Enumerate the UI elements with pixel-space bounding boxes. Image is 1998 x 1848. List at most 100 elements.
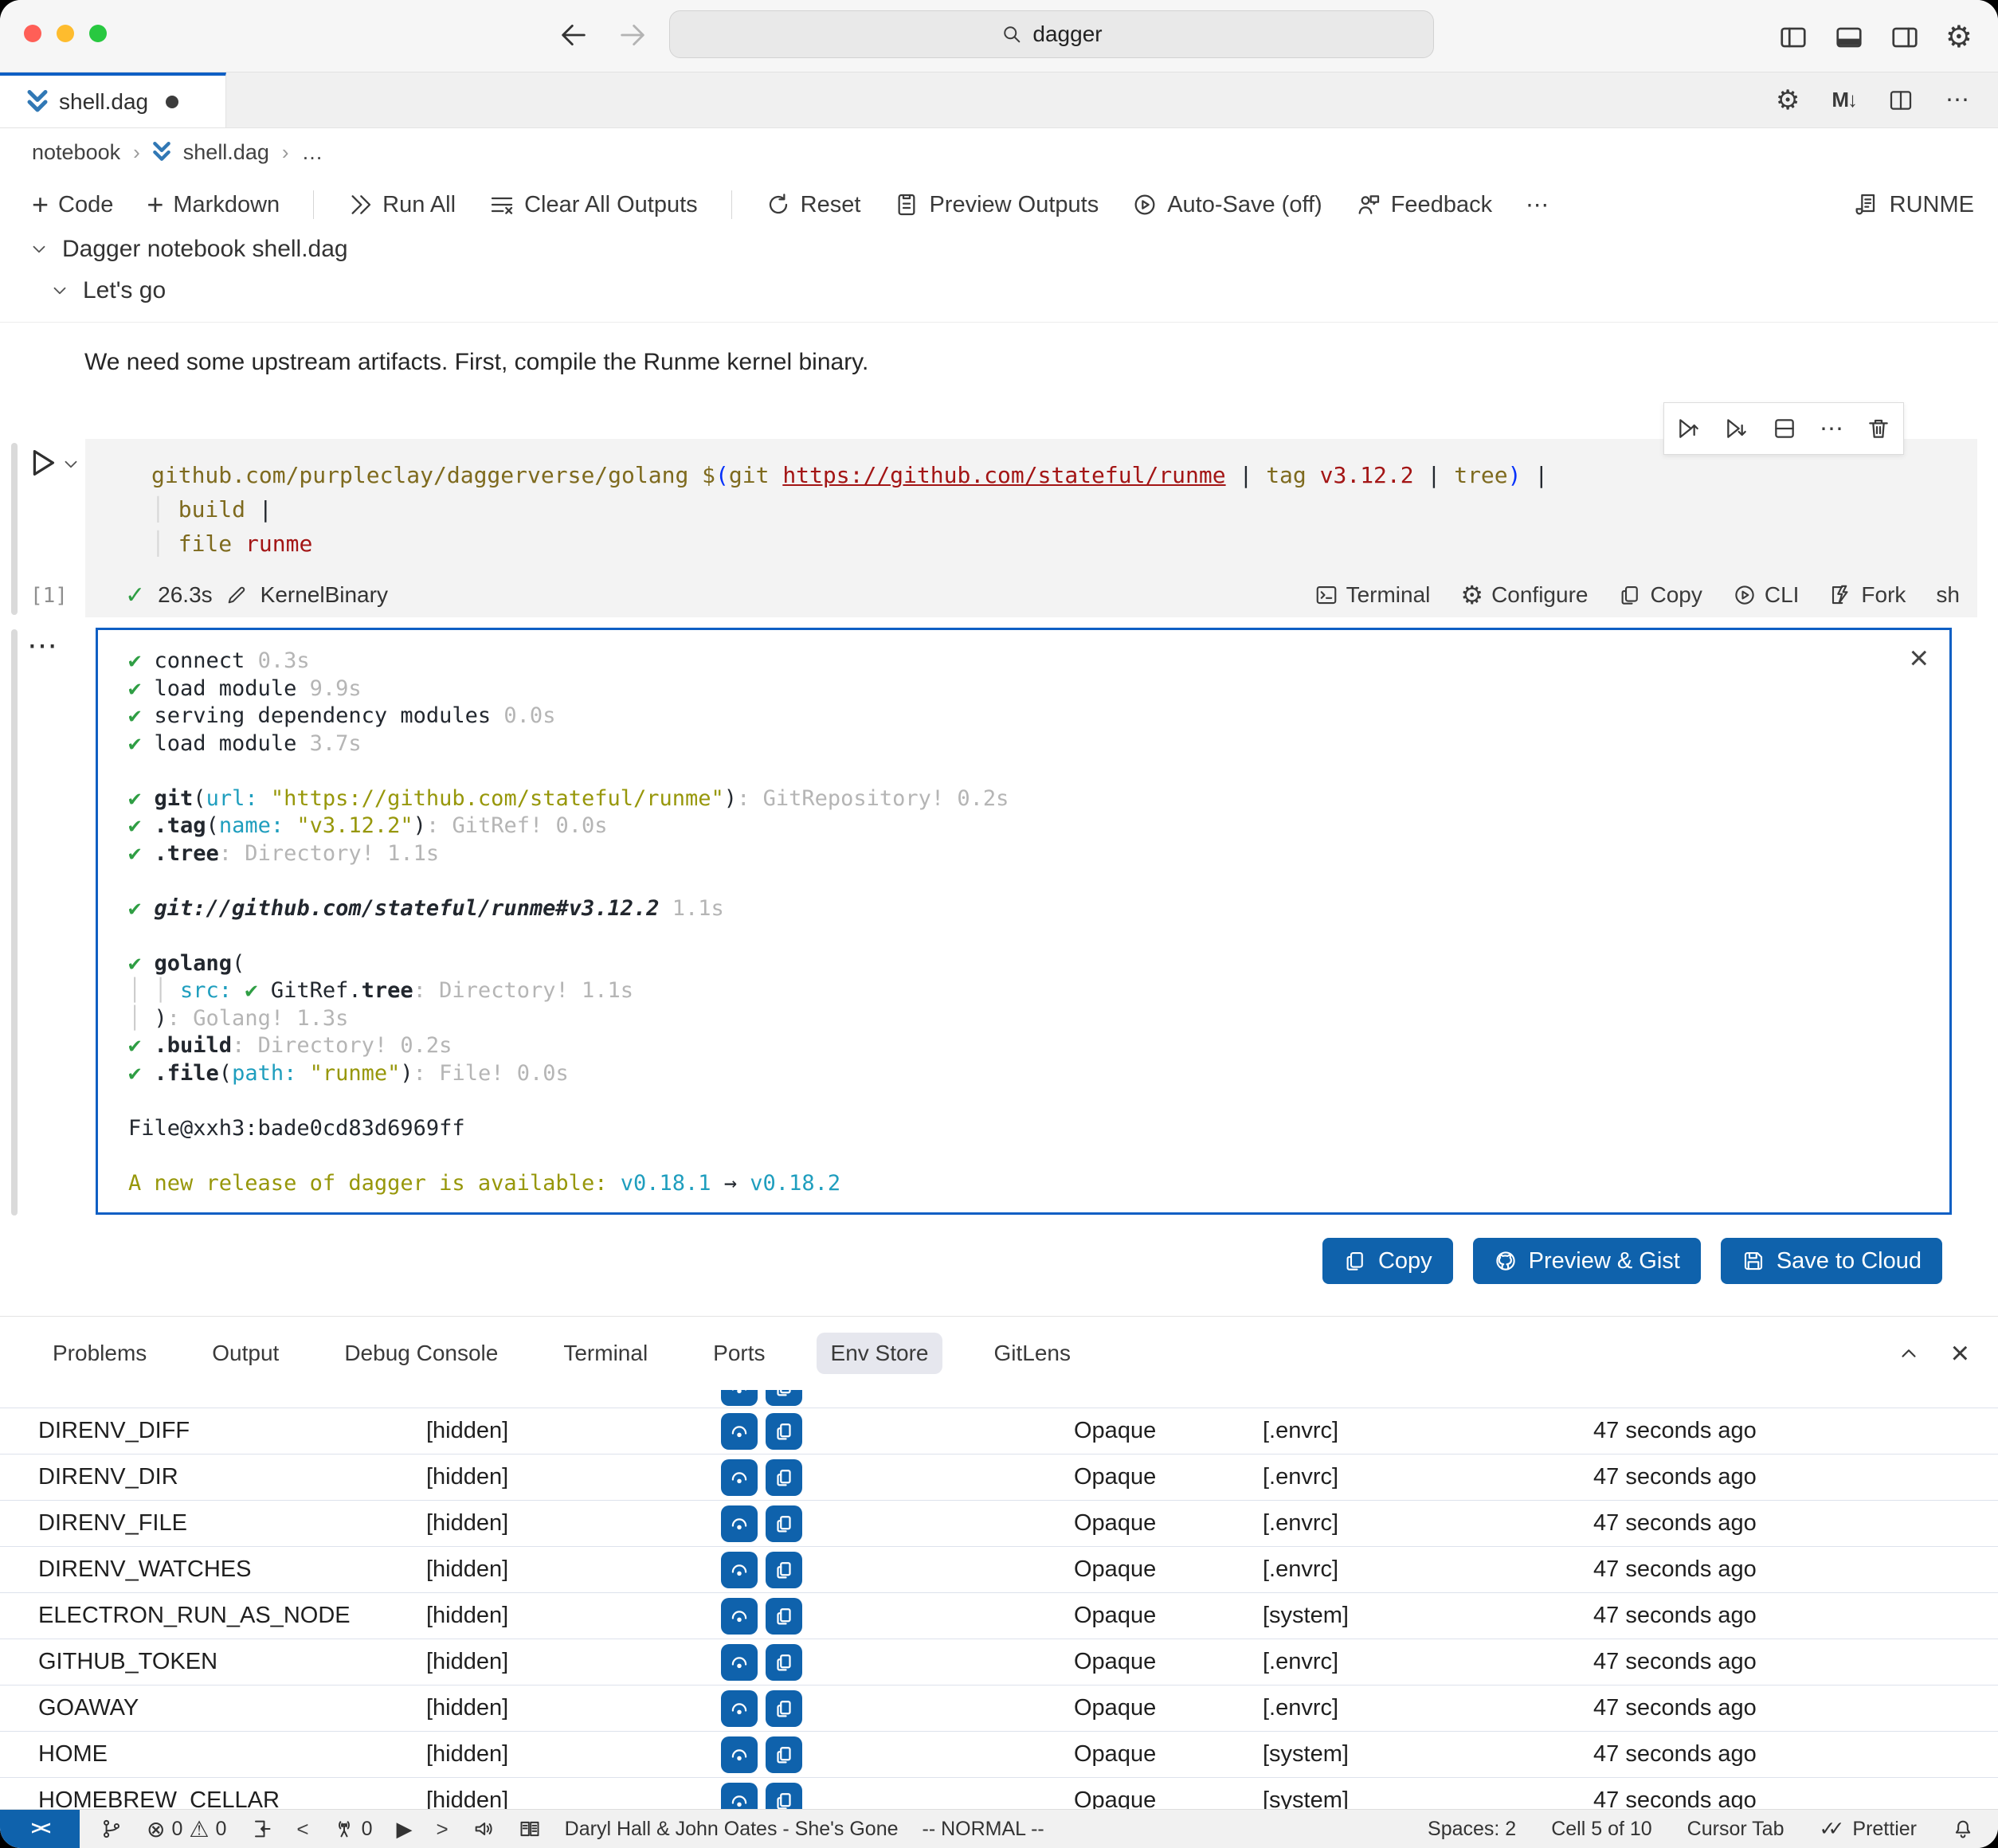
copy-secret-button[interactable] [766, 1413, 802, 1450]
toggle-right-sidebar-icon[interactable] [1890, 22, 1920, 53]
code-editor[interactable]: github.com/purpleclay/daggerverse/golang… [85, 439, 1977, 561]
maximize-panel-chevron-icon[interactable] [1897, 1341, 1921, 1365]
save-to-cloud-button[interactable]: Save to Cloud [1721, 1238, 1942, 1284]
maximize-window-button[interactable] [89, 25, 107, 42]
split-cell-icon[interactable] [1772, 416, 1797, 441]
cell-more-actions-icon[interactable]: ⋯ [1820, 415, 1843, 443]
copy-secret-button[interactable] [766, 1644, 802, 1681]
cell-position-label[interactable]: Cell 5 of 10 [1551, 1818, 1651, 1841]
run-above-icon[interactable] [1676, 416, 1702, 441]
panel-tab-terminal[interactable]: Terminal [549, 1333, 662, 1374]
toolbar-divider [313, 190, 314, 219]
minimize-window-button[interactable] [57, 25, 74, 42]
output-more-actions-icon[interactable]: ⋯ [27, 628, 59, 664]
fork-button[interactable]: Fork [1829, 582, 1906, 608]
preview-outputs-button[interactable]: Preview Outputs [894, 192, 1099, 218]
reading-mode-button[interactable] [519, 1818, 541, 1840]
run-below-icon[interactable] [1724, 416, 1749, 441]
preview-gist-button[interactable]: Preview & Gist [1473, 1238, 1701, 1284]
notifications-bell[interactable] [1952, 1818, 1974, 1840]
delete-cell-trash-icon[interactable] [1866, 416, 1891, 441]
auto-save-toggle[interactable]: Auto-Save (off) [1132, 192, 1322, 218]
open-terminal-button[interactable]: Terminal [1314, 582, 1431, 608]
panel-tab-env-store[interactable]: Env Store [817, 1333, 943, 1374]
editor-more-actions-icon[interactable]: ⋯ [1945, 86, 1969, 114]
panel-tab-debug-console[interactable]: Debug Console [330, 1333, 512, 1374]
markdown-preview-icon[interactable]: M↓ [1832, 88, 1856, 112]
port-forward-indicator[interactable] [250, 1818, 272, 1840]
code-link[interactable]: https://github.com/stateful/runme [782, 462, 1225, 488]
prettier-status[interactable]: ✓✓Prettier [1820, 1817, 1918, 1841]
cursor-tab-label[interactable]: Cursor Tab [1687, 1818, 1784, 1841]
forward-arrow-icon[interactable] [617, 19, 648, 51]
cell-focus-bar[interactable] [11, 443, 18, 615]
unsaved-dot-icon[interactable] [166, 96, 178, 108]
reveal-secret-button[interactable] [721, 1505, 758, 1542]
now-playing-label[interactable]: Daryl Hall & John Oates - She's Gone [565, 1818, 899, 1841]
notebook-settings-gear-icon[interactable]: ⚙ [1776, 84, 1800, 116]
problems-indicator[interactable]: ⊗0⚠0 [147, 1816, 226, 1842]
tab-shell-dag[interactable]: shell.dag [0, 72, 226, 127]
reveal-secret-button[interactable] [721, 1598, 758, 1635]
radio-indicator[interactable]: 0 [333, 1818, 373, 1841]
close-output-icon[interactable]: × [1906, 638, 1932, 678]
music-next-button[interactable]: > [436, 1817, 448, 1842]
music-previous-button[interactable]: < [296, 1817, 308, 1842]
breadcrumb-more[interactable]: … [302, 140, 323, 165]
reveal-secret-button[interactable] [721, 1783, 758, 1811]
close-window-button[interactable] [24, 25, 41, 42]
copy-secret-button[interactable] [766, 1505, 802, 1542]
remote-indicator[interactable]: >< [0, 1810, 80, 1848]
reveal-secret-button[interactable] [721, 1552, 758, 1588]
bell-icon [1952, 1818, 1974, 1840]
copy-output-button[interactable]: Copy [1322, 1238, 1453, 1284]
clear-all-outputs-button[interactable]: Clear All Outputs [489, 192, 698, 218]
toggle-bottom-panel-icon[interactable] [1834, 22, 1864, 53]
reveal-secret-button[interactable] [721, 1644, 758, 1681]
add-markdown-cell-button[interactable]: +Markdown [147, 190, 280, 219]
code-cell[interactable]: github.com/purpleclay/daggerverse/golang… [85, 439, 1977, 617]
close-panel-icon[interactable]: × [1951, 1337, 1969, 1369]
indent-setting[interactable]: Spaces: 2 [1428, 1818, 1516, 1841]
music-play-button[interactable]: ▶ [396, 1817, 412, 1842]
panel-tab-output[interactable]: Output [198, 1333, 293, 1374]
reveal-secret-button[interactable] [721, 1459, 758, 1496]
edit-pencil-icon[interactable] [225, 584, 248, 606]
back-arrow-icon[interactable] [558, 19, 590, 51]
copy-secret-button[interactable] [766, 1690, 802, 1727]
feedback-button[interactable]: Feedback [1356, 192, 1492, 218]
reveal-secret-button[interactable] [721, 1736, 758, 1773]
panel-tab-problems[interactable]: Problems [38, 1333, 161, 1374]
run-all-button[interactable]: Run All [347, 192, 456, 218]
cli-button[interactable]: CLI [1733, 582, 1800, 608]
section-heading-row[interactable]: Let's go [49, 277, 166, 304]
copy-secret-button[interactable] [766, 1459, 802, 1496]
panel-tab-gitlens[interactable]: GitLens [979, 1333, 1085, 1374]
reveal-secret-button[interactable] [721, 1690, 758, 1727]
breadcrumb-file[interactable]: shell.dag [183, 140, 269, 165]
runme-brand[interactable]: RUNME [1855, 192, 1974, 218]
toggle-left-sidebar-icon[interactable] [1778, 22, 1808, 53]
run-cell-button[interactable] [24, 444, 81, 481]
configure-button[interactable]: ⚙Configure [1460, 580, 1588, 610]
source-control-indicator[interactable] [100, 1818, 123, 1840]
output-focus-bar[interactable] [11, 629, 18, 1216]
reveal-secret-button[interactable] [721, 1390, 758, 1406]
copy-secret-button[interactable] [766, 1736, 802, 1773]
toolbar-more-actions[interactable]: ⋯ [1526, 191, 1549, 219]
copy-secret-button[interactable] [766, 1552, 802, 1588]
volume-button[interactable] [472, 1818, 495, 1840]
split-editor-icon[interactable] [1888, 88, 1914, 113]
settings-gear-icon[interactable]: ⚙ [1945, 19, 1973, 55]
add-code-cell-button[interactable]: +Code [32, 190, 113, 219]
reveal-secret-button[interactable] [721, 1413, 758, 1450]
copy-cell-button[interactable]: Copy [1618, 582, 1702, 608]
panel-tab-ports[interactable]: Ports [699, 1333, 779, 1374]
command-search-input[interactable]: dagger [669, 10, 1434, 58]
reset-button[interactable]: Reset [766, 192, 861, 218]
copy-secret-button[interactable] [766, 1783, 802, 1811]
notebook-title-row[interactable]: Dagger notebook shell.dag [29, 236, 348, 263]
breadcrumb-folder[interactable]: notebook [32, 140, 120, 165]
copy-secret-button[interactable] [766, 1390, 802, 1406]
copy-secret-button[interactable] [766, 1598, 802, 1635]
